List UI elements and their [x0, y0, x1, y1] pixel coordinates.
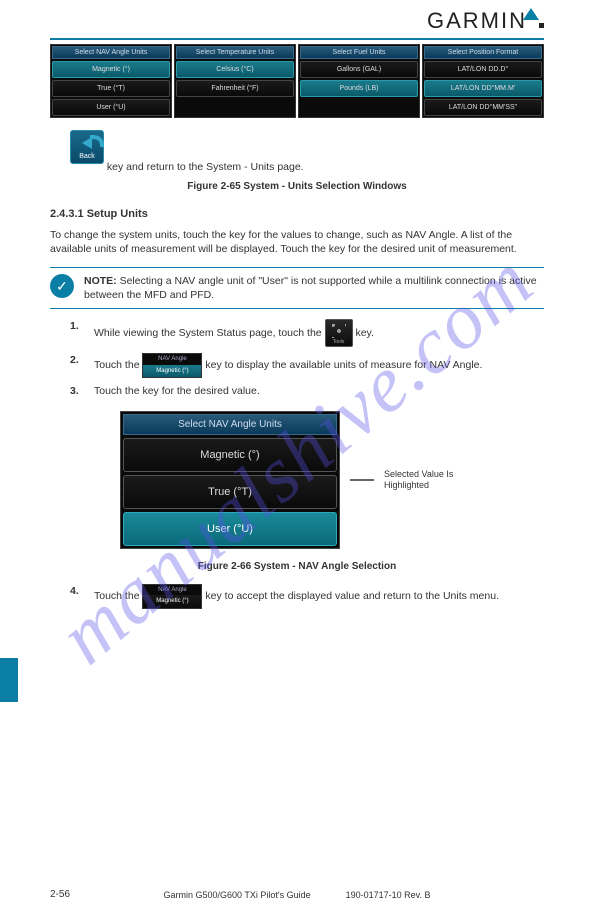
unit-option[interactable]: Celsius (°C) [176, 61, 294, 78]
mini-title: NAV Angle [143, 585, 201, 595]
unit-option[interactable]: Magnetic (°) [52, 61, 170, 78]
garmin-logo: GARMIN [427, 8, 544, 34]
unit-option[interactable]: Pounds (LB) [300, 80, 418, 97]
unit-option[interactable]: Fahrenheit (°F) [176, 80, 294, 97]
note-box: ✓ NOTE: Selecting a NAV angle unit of "U… [50, 267, 544, 309]
step-text: Touch the key for the desired value. [94, 384, 544, 399]
step-text: key to accept the displayed value and re… [205, 590, 499, 602]
step-text: key to display the available units of me… [205, 360, 482, 372]
section-heading: 2.4.3.1 Setup Units [50, 208, 544, 220]
panel-title: Select Fuel Units [300, 46, 418, 59]
back-label: Back [71, 152, 103, 162]
tools-label: Tools [326, 339, 352, 346]
panel-title: Select NAV Angle Units [123, 414, 337, 435]
nav-angle-option[interactable]: User (°U) [123, 512, 337, 546]
figure-caption: Figure 2-65 System - Units Selection Win… [50, 181, 544, 192]
footer-title: Garmin G500/G600 TXi Pilot's Guide [163, 890, 310, 900]
step-text: While viewing the System Status page, to… [94, 327, 322, 339]
panel-title: Select NAV Angle Units [52, 46, 170, 59]
unit-option[interactable]: LAT/LON DD°MM.M' [424, 80, 542, 97]
footer: Garmin G500/G600 TXi Pilot's Guide 190-0… [0, 890, 594, 900]
step-text: key and return to the System - Units pag… [107, 161, 304, 173]
unit-panel: Select Position Format LAT/LON DD.D° LAT/L… [422, 44, 544, 118]
footer-rev: 190-01717-10 Rev. B [346, 890, 431, 900]
back-button[interactable]: Back [70, 130, 104, 164]
back-arrow-icon [82, 137, 92, 149]
logo-dot [539, 23, 544, 28]
unit-panel: Select Temperature Units Celsius (°C) Fahr… [174, 44, 296, 118]
step-number: 1. [70, 319, 86, 347]
mini-value: Magnetic (°) [143, 595, 201, 607]
step-number: 2. [70, 353, 86, 378]
paragraph: To change the system units, touch the ke… [50, 228, 544, 257]
unit-panel: Select NAV Angle Units Magnetic (°) True (… [50, 44, 172, 118]
step-text: key. [355, 327, 373, 339]
unit-panel: Select Fuel Units Gallons (GAL) Pounds (LB… [298, 44, 420, 118]
section-tab [0, 658, 18, 702]
nav-angle-button[interactable]: NAV Angle Magnetic (°) [142, 584, 202, 609]
logo-delta-icon [523, 8, 539, 20]
panel-title: Select Temperature Units [176, 46, 294, 59]
figure-nav-angle: Select NAV Angle Units Magnetic (°)True (… [50, 411, 544, 549]
header: GARMIN [50, 8, 544, 40]
step-number: 4. [70, 584, 86, 609]
note-label: NOTE: [84, 275, 117, 287]
mini-value: Magnetic (°) [143, 365, 201, 377]
unit-panels-row: Select NAV Angle Units Magnetic (°) True (… [50, 44, 544, 118]
unit-option[interactable]: True (°T) [52, 80, 170, 97]
mini-title: NAV Angle [143, 354, 201, 364]
nav-angle-button[interactable]: NAV Angle Magnetic (°) [142, 353, 202, 378]
nav-angle-panel: Select NAV Angle Units Magnetic (°)True (… [120, 411, 340, 549]
step-number: 3. [70, 384, 86, 399]
callout-line [350, 479, 374, 481]
nav-angle-option[interactable]: Magnetic (°) [123, 438, 337, 472]
panel-title: Select Position Format [424, 46, 542, 59]
note-text: Selecting a NAV angle unit of "User" is … [84, 275, 537, 301]
figure-caption: Figure 2-66 System - NAV Angle Selection [50, 561, 544, 572]
callout-text: Selected Value Is Highlighted [384, 469, 474, 491]
tools-button[interactable]: Tools [325, 319, 353, 347]
note-check-icon: ✓ [50, 274, 74, 298]
unit-option[interactable]: LAT/LON DD°MM'SS" [424, 99, 542, 116]
step-text: Touch the [94, 590, 140, 602]
unit-option[interactable]: User (°U) [52, 99, 170, 116]
step-text: Touch the [94, 360, 140, 372]
logo-text: GARMIN [427, 8, 527, 33]
unit-option[interactable]: Gallons (GAL) [300, 61, 418, 78]
unit-option[interactable]: LAT/LON DD.D° [424, 61, 542, 78]
nav-angle-option[interactable]: True (°T) [123, 475, 337, 509]
